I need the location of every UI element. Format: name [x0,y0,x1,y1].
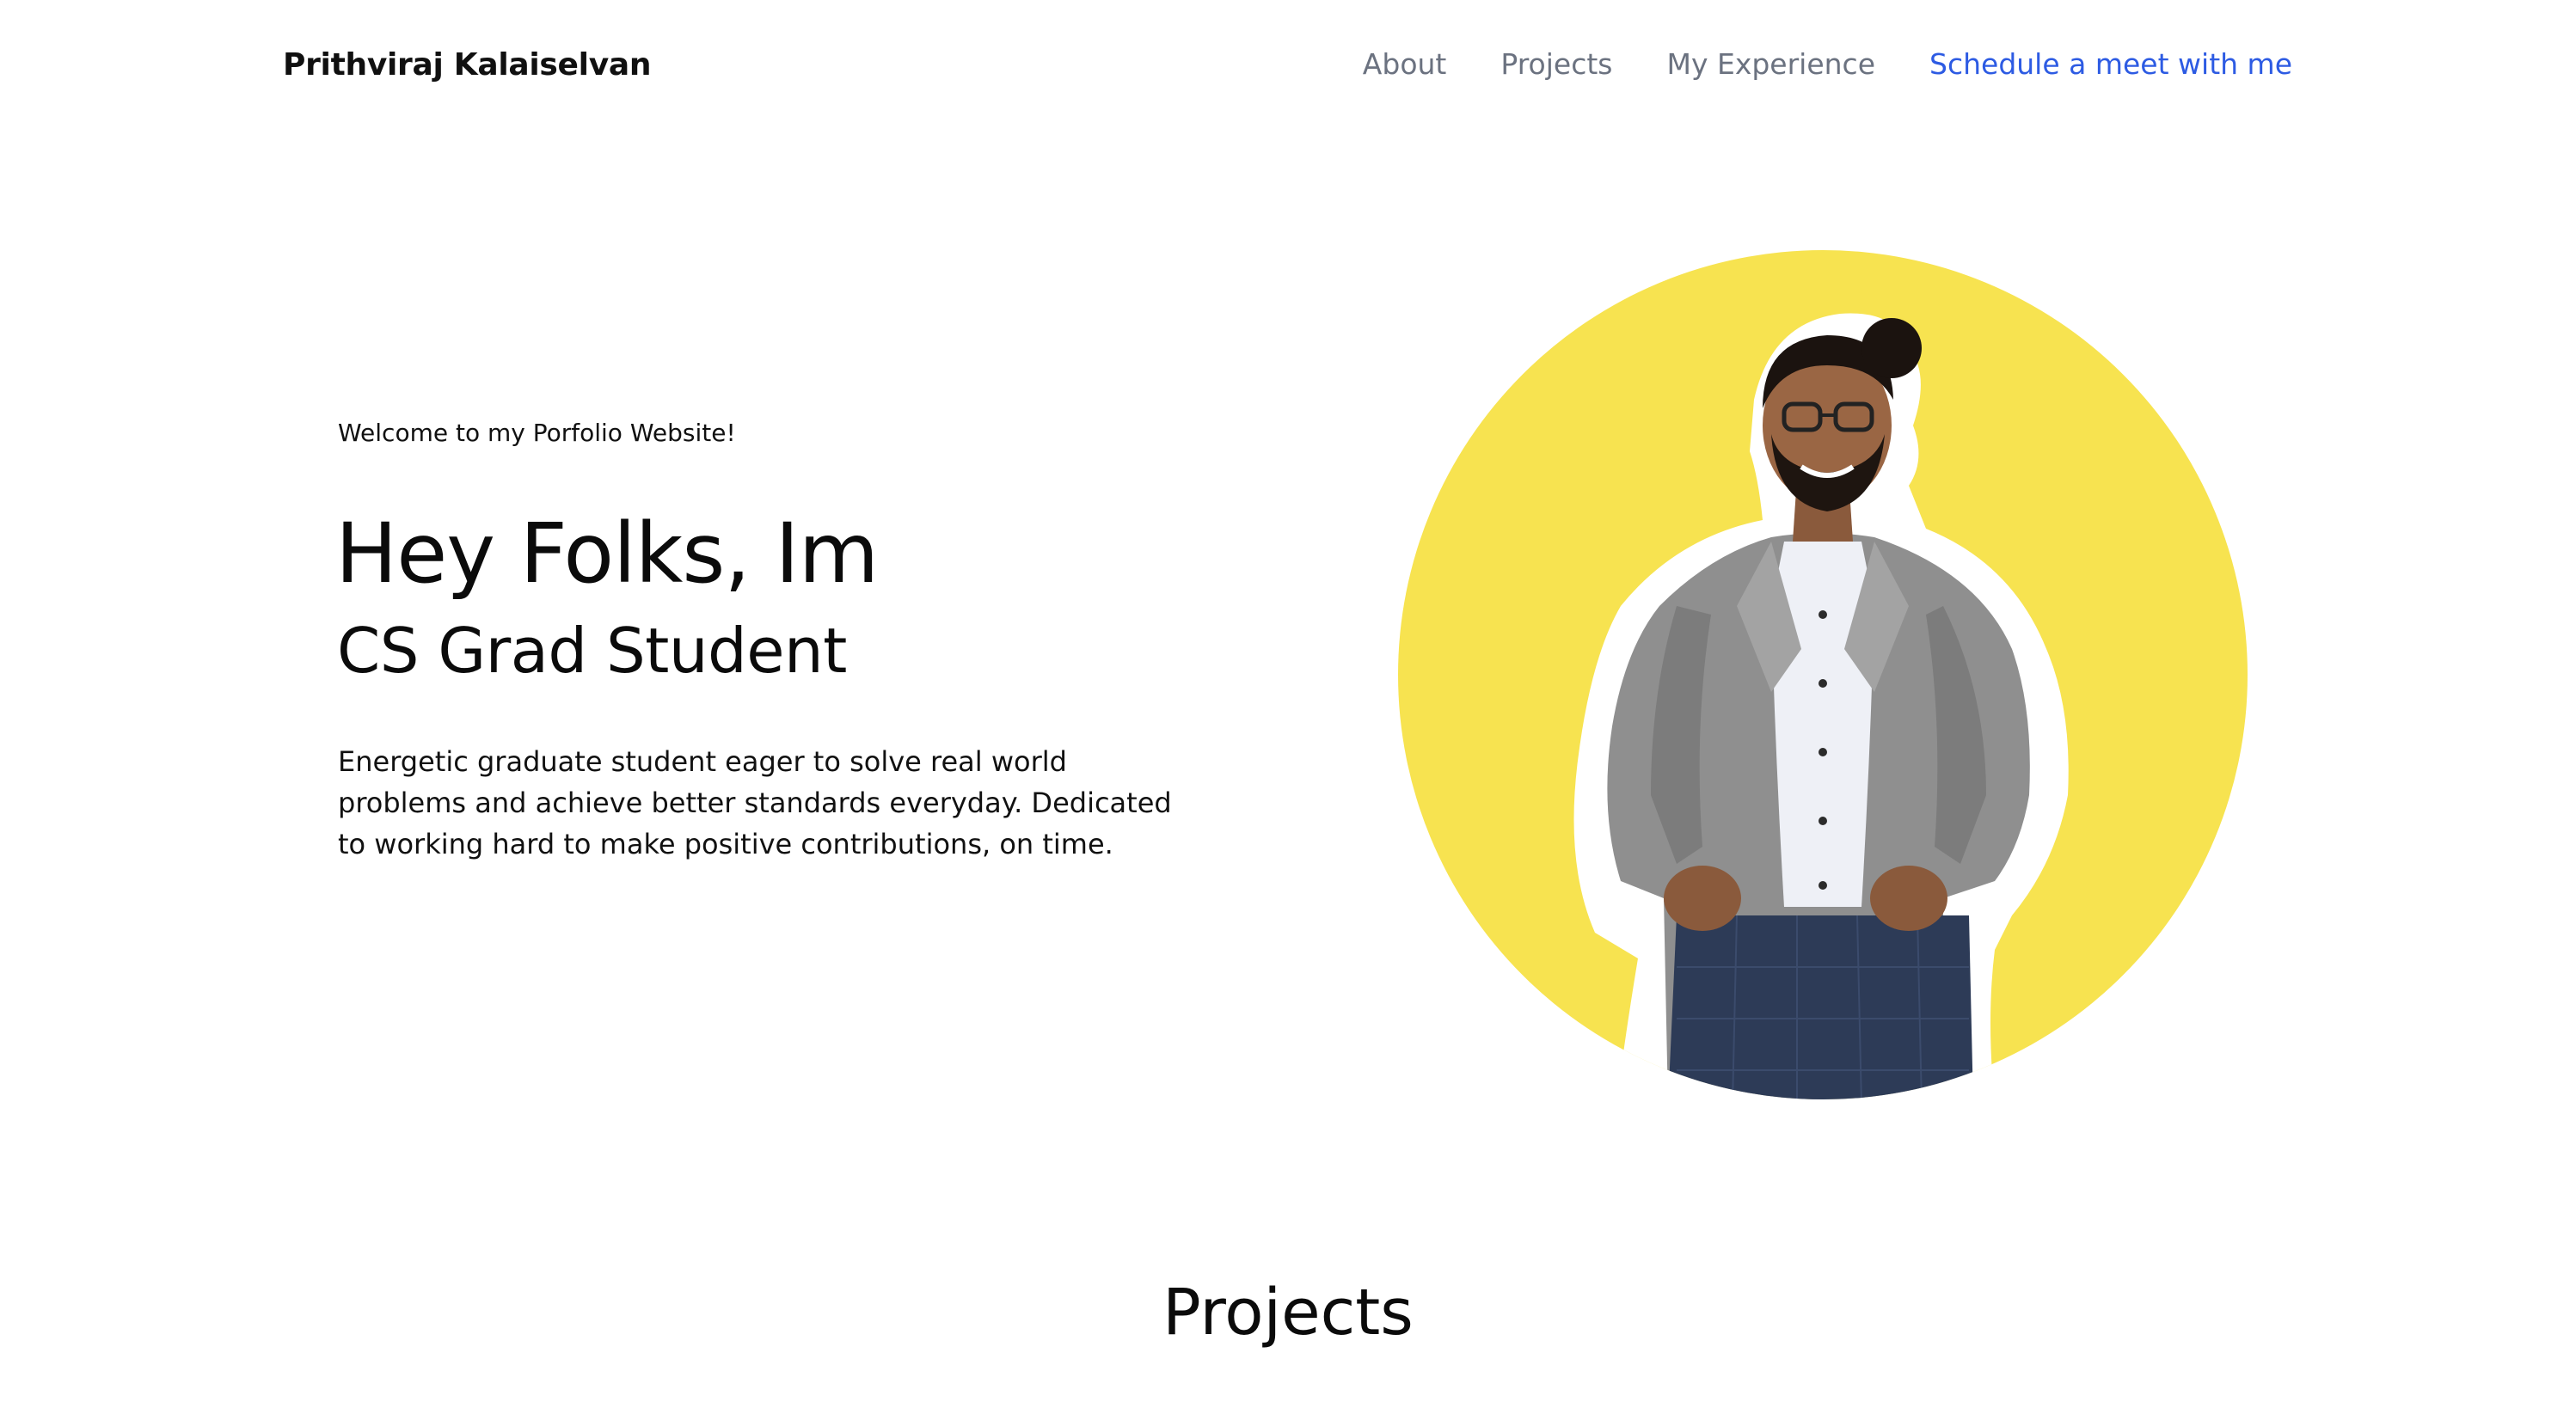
nav-projects[interactable]: Projects [1500,47,1612,81]
nav-about[interactable]: About [1363,47,1447,81]
hero-headline: Hey Folks, Im [335,505,879,602]
welcome-text: Welcome to my Porfolio Website! [338,419,736,447]
nav-experience[interactable]: My Experience [1666,47,1875,81]
profile-photo [1398,250,2248,1099]
hero-subhead: CS Grad Student [337,615,847,687]
hero-bio: Energetic graduate student eager to solv… [338,745,1172,860]
brand-name[interactable]: Prithviraj Kalaiselvan [283,47,651,83]
main-nav: About Projects My Experience Schedule a … [1363,47,2292,81]
nav-schedule-meeting[interactable]: Schedule a meet with me [1929,47,2292,81]
projects-section-title: Projects [1162,1276,1414,1350]
